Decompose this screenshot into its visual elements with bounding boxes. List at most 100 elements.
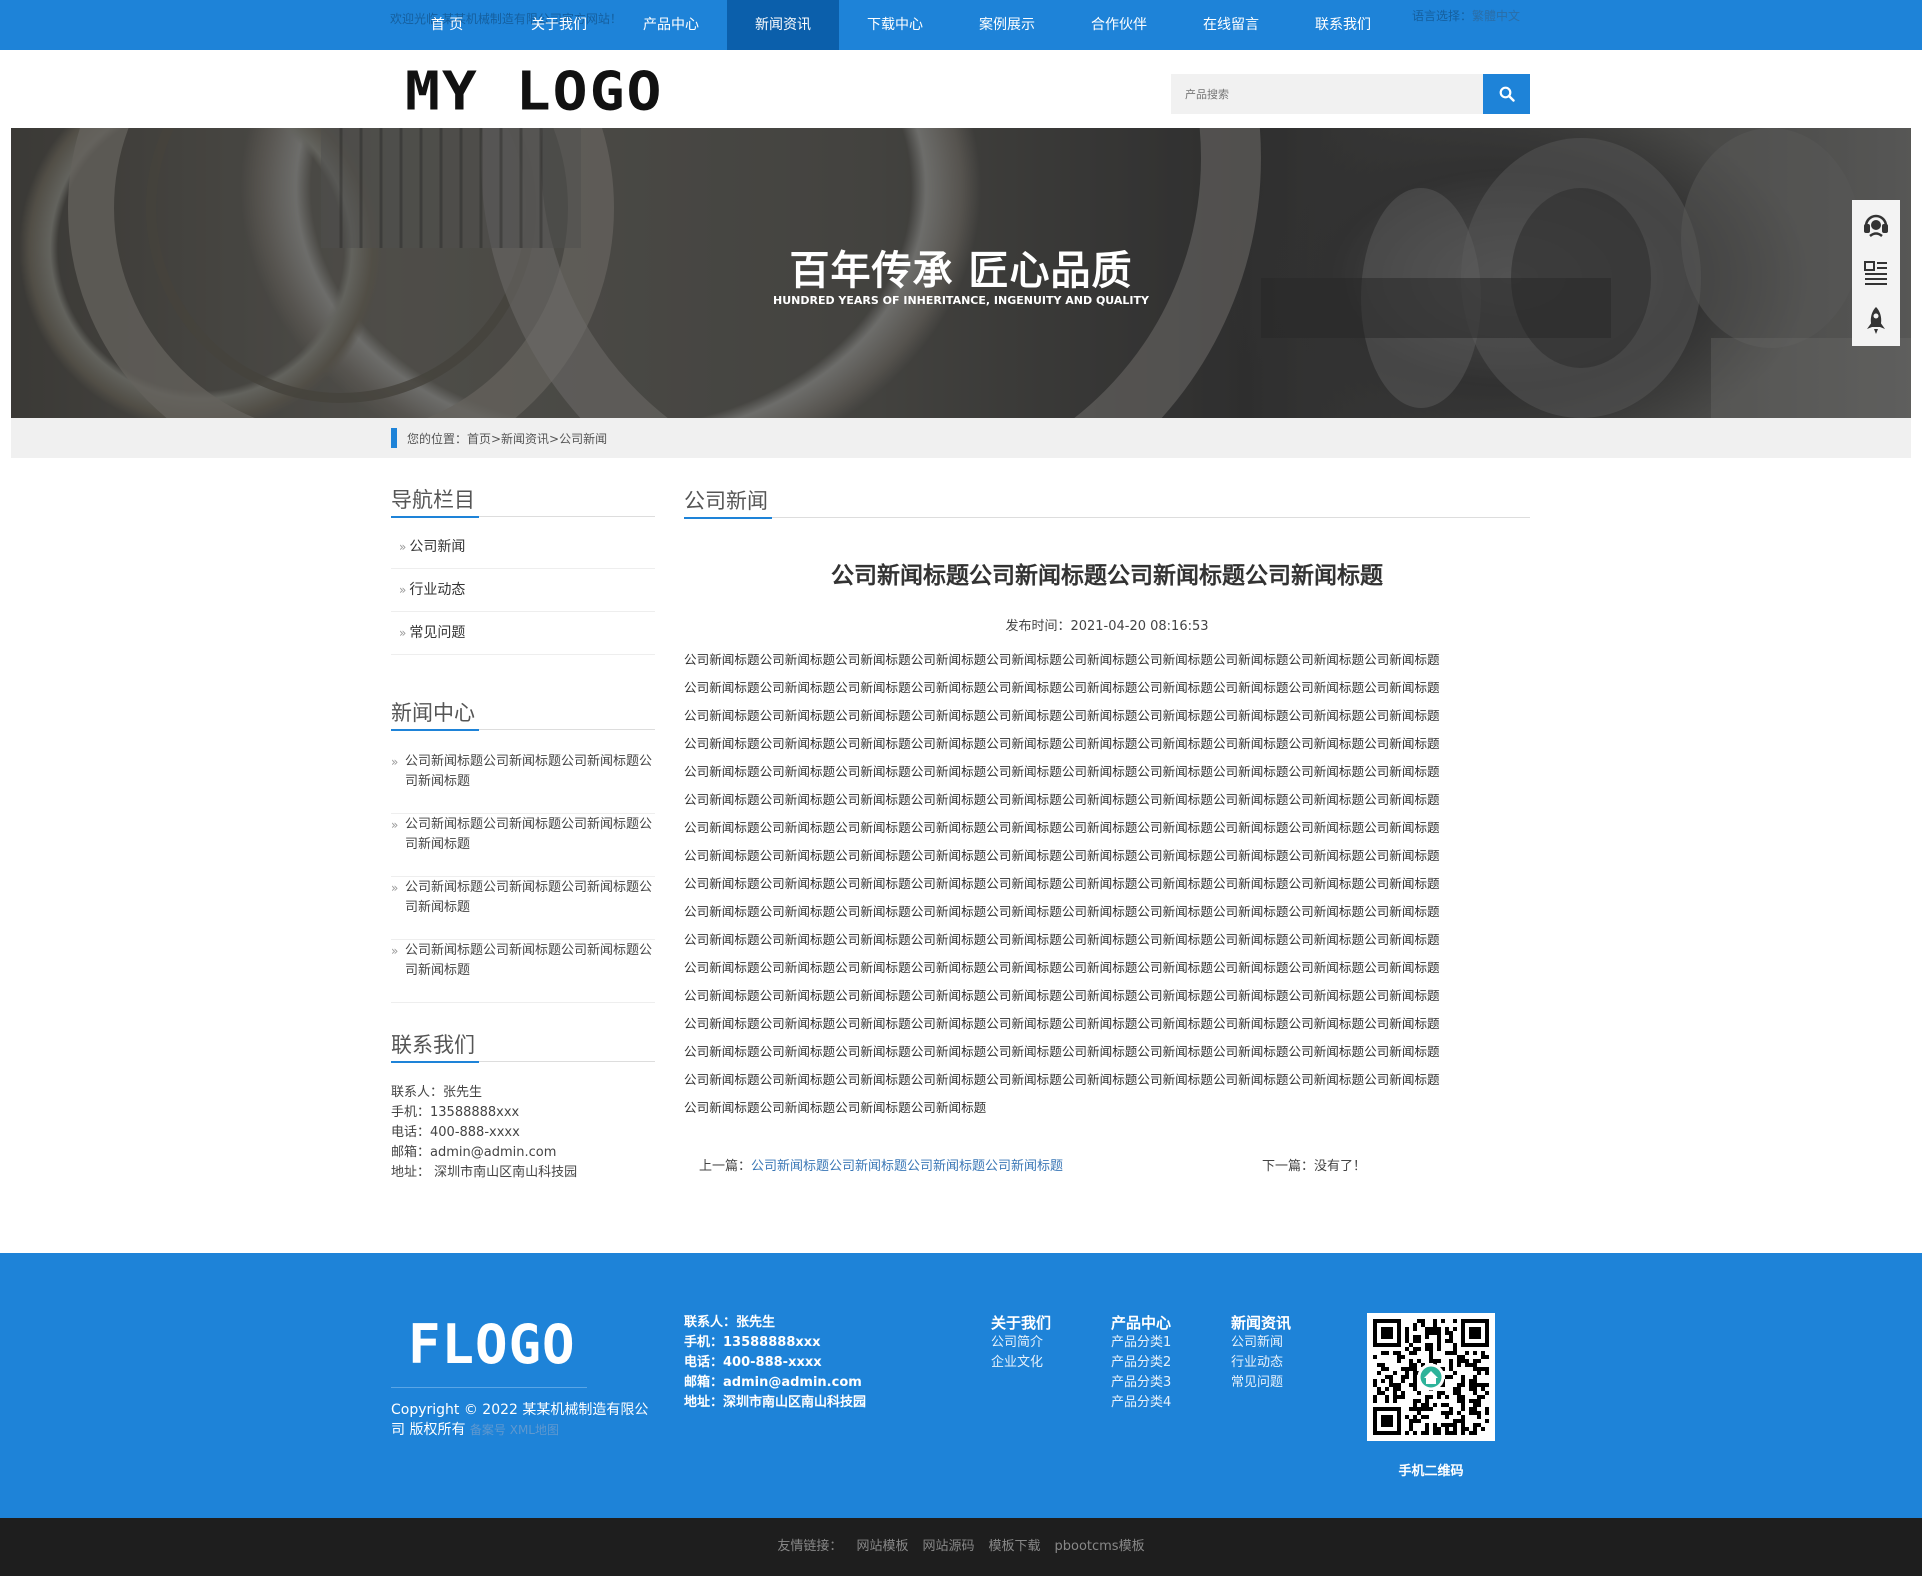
language-selector: 语言选择：繁體中文 <box>1412 7 1520 24</box>
friend-link[interactable]: 模板下载 <box>988 1539 1040 1554</box>
site-logo[interactable]: MY LOGO <box>405 64 663 117</box>
sidebar-nav-title: 导航栏目 <box>391 488 475 512</box>
rocket-icon <box>1867 307 1885 334</box>
nav-item-download[interactable]: 下载中心 <box>839 0 951 50</box>
article-body-line: 公司新闻标题公司新闻标题公司新闻标题公司新闻标题公司新闻标题公司新闻标题公司新闻… <box>684 1016 1440 1031</box>
banner-title: 百年传承 匠心品质 <box>789 248 1133 294</box>
nav-item-cases[interactable]: 案例展示 <box>951 0 1063 50</box>
sidebar-item-label: 常见问题 <box>409 625 466 641</box>
icp-sitemap-link[interactable]: 备案号 XML地图 <box>470 1423 559 1437</box>
chevron-right-icon: » <box>391 944 399 958</box>
friend-links-bar: 友情链接： 网站模板 网站源码 模板下载 pbootcms模板 <box>0 1518 1922 1576</box>
article-body: 公司新闻标题公司新闻标题公司新闻标题公司新闻标题公司新闻标题公司新闻标题公司新闻… <box>684 646 1530 1122</box>
news-item-title: 公司新闻标题公司新闻标题公司新闻标题公司新闻标题 <box>405 880 653 915</box>
article-body-line: 公司新闻标题公司新闻标题公司新闻标题公司新闻标题公司新闻标题公司新闻标题公司新闻… <box>684 792 1440 807</box>
qrcode-button[interactable] <box>1852 248 1900 296</box>
breadcrumb[interactable]: 您的位置：首页>新闻资讯>公司新闻 <box>407 430 607 447</box>
sidebar-item-label: 行业动态 <box>409 582 466 598</box>
prev-article-link[interactable]: 公司新闻标题公司新闻标题公司新闻标题公司新闻标题 <box>751 1159 1063 1174</box>
news-item-title: 公司新闻标题公司新闻标题公司新闻标题公司新闻标题 <box>405 817 653 852</box>
sidebar-contact-info: 联系人：张先生 手机：13588888xxx 电话：400-888-xxxx 邮… <box>391 1083 577 1183</box>
mobile-qr-code <box>1367 1313 1495 1441</box>
news-item-title: 公司新闻标题公司新闻标题公司新闻标题公司新闻标题 <box>405 943 653 978</box>
nav-item-about[interactable]: 关于我们 <box>503 0 615 50</box>
article-body-line: 公司新闻标题公司新闻标题公司新闻标题公司新闻标题公司新闻标题公司新闻标题公司新闻… <box>684 848 1440 863</box>
footer-col-news: 新闻资讯 公司新闻 行业动态 常见问题 <box>1231 1313 1291 1393</box>
footer-contact-phone: 电话：400-888-xxxx <box>684 1355 822 1370</box>
news-list-item[interactable]: » 公司新闻标题公司新闻标题公司新闻标题公司新闻标题 <box>391 878 655 940</box>
chevron-right-icon: » <box>391 755 399 769</box>
site-footer: FLOGO Copyright © 2022 某某机械制造有限公司 版权所有 备… <box>0 1253 1922 1518</box>
footer-col-title[interactable]: 产品中心 <box>1111 1313 1171 1333</box>
back-to-top-button[interactable] <box>1852 296 1900 344</box>
footer-link[interactable]: 企业文化 <box>991 1353 1051 1373</box>
friend-link[interactable]: 网站源码 <box>922 1539 974 1554</box>
main-nav: 首 页 关于我们 产品中心 新闻资讯 下载中心 案例展示 合作伙伴 在线留言 联… <box>391 0 1399 50</box>
search-input[interactable] <box>1171 74 1483 114</box>
sidebar-item-company-news[interactable]: » 公司新闻 <box>391 526 655 569</box>
article-body-line: 公司新闻标题公司新闻标题公司新闻标题公司新闻标题公司新闻标题公司新闻标题公司新闻… <box>684 932 1440 947</box>
qrcode-image <box>1373 1319 1489 1435</box>
footer-contact-email: 邮箱：admin@admin.com <box>684 1375 862 1390</box>
article-body-line: 公司新闻标题公司新闻标题公司新闻标题公司新闻标题公司新闻标题公司新闻标题公司新闻… <box>684 764 1440 779</box>
article-body-line: 公司新闻标题公司新闻标题公司新闻标题公司新闻标题公司新闻标题公司新闻标题公司新闻… <box>684 960 1440 975</box>
breadcrumb-bar: 您的位置：首页>新闻资讯>公司新闻 <box>11 418 1911 458</box>
nav-item-contact[interactable]: 联系我们 <box>1287 0 1399 50</box>
nav-item-message[interactable]: 在线留言 <box>1175 0 1287 50</box>
sidebar-news-title: 新闻中心 <box>391 701 475 725</box>
news-list-item[interactable]: » 公司新闻标题公司新闻标题公司新闻标题公司新闻标题 <box>391 752 655 814</box>
hero-banner: 百年传承 匠心品质 HUNDRED YEARS OF INHERITANCE, … <box>11 128 1911 418</box>
language-label: 语言选择： <box>1412 9 1473 23</box>
footer-link[interactable]: 产品分类1 <box>1111 1333 1171 1353</box>
footer-col-title[interactable]: 新闻资讯 <box>1231 1313 1291 1333</box>
search-icon <box>1499 86 1515 102</box>
sidebar-nav-divider <box>391 516 655 518</box>
footer-link[interactable]: 公司新闻 <box>1231 1333 1291 1353</box>
top-nav-bar: 欢迎光临 某某机械制造有限公司官方网站！ 首 页 关于我们 产品中心 新闻资讯 … <box>0 0 1922 50</box>
footer-link[interactable]: 产品分类4 <box>1111 1393 1171 1413</box>
language-link[interactable]: 繁體中文 <box>1472 9 1520 23</box>
news-list-item[interactable]: » 公司新闻标题公司新闻标题公司新闻标题公司新闻标题 <box>391 815 655 877</box>
nav-item-products[interactable]: 产品中心 <box>615 0 727 50</box>
chevron-right-icon: » <box>399 540 407 554</box>
footer-link[interactable]: 常见问题 <box>1231 1373 1291 1393</box>
sidebar-contact-divider <box>391 1061 655 1063</box>
news-list-item[interactable]: » 公司新闻标题公司新闻标题公司新闻标题公司新闻标题 <box>391 941 655 1003</box>
qrcode-icon <box>1864 261 1887 285</box>
online-service-button[interactable] <box>1852 200 1900 248</box>
floating-toolbar <box>1852 200 1900 346</box>
headset-icon <box>1864 214 1888 238</box>
search-button[interactable] <box>1483 74 1530 114</box>
chevron-right-icon: » <box>399 583 407 597</box>
contact-mobile: 手机：13588888xxx <box>391 1105 520 1120</box>
footer-col-products: 产品中心 产品分类1 产品分类2 产品分类3 产品分类4 <box>1111 1313 1171 1413</box>
footer-col-title[interactable]: 关于我们 <box>991 1313 1051 1333</box>
chevron-right-icon: » <box>391 881 399 895</box>
friend-link[interactable]: 网站模板 <box>856 1539 908 1554</box>
nav-item-partners[interactable]: 合作伙伴 <box>1063 0 1175 50</box>
footer-contact-person: 联系人：张先生 <box>684 1315 776 1330</box>
footer-contact-mobile: 手机：13588888xxx <box>684 1335 821 1350</box>
footer-contact: 联系人：张先生 手机：13588888xxx 电话：400-888-xxxx 邮… <box>684 1313 866 1413</box>
nav-item-news[interactable]: 新闻资讯 <box>727 0 839 50</box>
sidebar-item-faq[interactable]: » 常见问题 <box>391 612 655 655</box>
chevron-right-icon: » <box>391 818 399 832</box>
article-body-line: 公司新闻标题公司新闻标题公司新闻标题公司新闻标题公司新闻标题公司新闻标题公司新闻… <box>684 876 1440 891</box>
sidebar-item-industry-news[interactable]: » 行业动态 <box>391 569 655 612</box>
friend-links-label: 友情链接： <box>777 1539 843 1554</box>
friend-link[interactable]: pbootcms模板 <box>1054 1539 1144 1554</box>
sidebar-item-label: 公司新闻 <box>409 539 466 555</box>
article-body-line: 公司新闻标题公司新闻标题公司新闻标题公司新闻标题公司新闻标题公司新闻标题公司新闻… <box>684 736 1440 751</box>
footer-link[interactable]: 行业动态 <box>1231 1353 1291 1373</box>
article-body-line: 公司新闻标题公司新闻标题公司新闻标题公司新闻标题公司新闻标题公司新闻标题公司新闻… <box>684 904 1440 919</box>
footer-copyright: Copyright © 2022 某某机械制造有限公司 版权所有 备案号 XML… <box>391 1400 651 1440</box>
nav-item-home[interactable]: 首 页 <box>391 0 503 50</box>
qr-caption: 手机二维码 <box>1398 1464 1464 1479</box>
article-body-line: 公司新闻标题公司新闻标题公司新闻标题公司新闻标题公司新闻标题公司新闻标题公司新闻… <box>684 680 1440 695</box>
article-body-line: 公司新闻标题公司新闻标题公司新闻标题公司新闻标题公司新闻标题公司新闻标题公司新闻… <box>684 1072 1440 1087</box>
footer-link[interactable]: 产品分类3 <box>1111 1373 1171 1393</box>
footer-link[interactable]: 公司简介 <box>991 1333 1051 1353</box>
footer-link[interactable]: 产品分类2 <box>1111 1353 1171 1373</box>
article-body-line: 公司新闻标题公司新闻标题公司新闻标题公司新闻标题公司新闻标题公司新闻标题公司新闻… <box>684 708 1440 723</box>
footer-logo: FLOGO <box>408 1313 576 1376</box>
